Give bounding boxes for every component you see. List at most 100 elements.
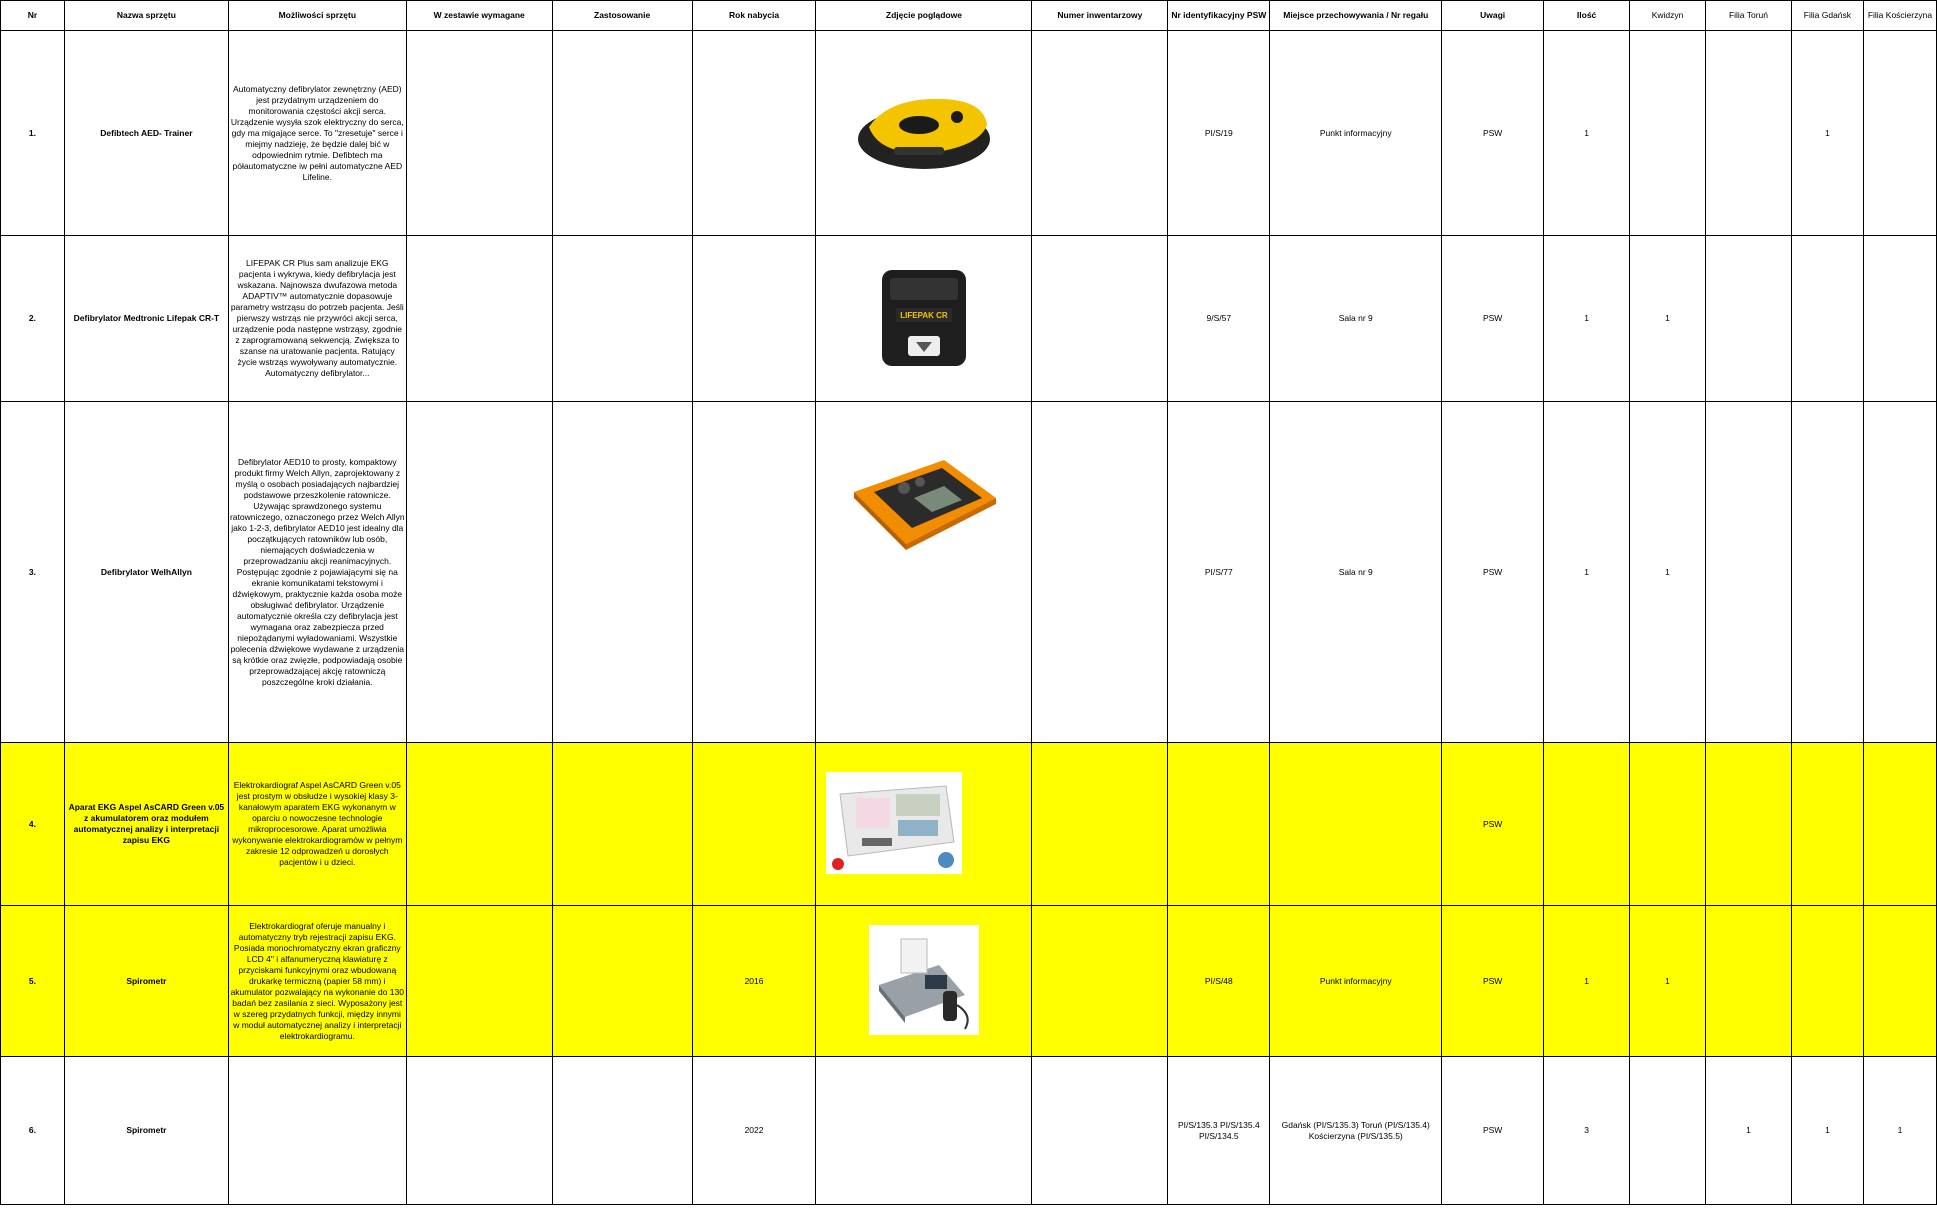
cell-kwidzyn[interactable] [1629, 30, 1707, 236]
cell-torun[interactable] [1705, 905, 1792, 1057]
header-torun[interactable]: Filia Toruń [1705, 0, 1792, 31]
cell-storage[interactable]: Punkt informacyjny [1269, 905, 1443, 1057]
cell-inventory-number[interactable] [1031, 401, 1169, 743]
cell-inventory-number[interactable] [1031, 235, 1169, 402]
cell-usage[interactable] [551, 30, 693, 236]
header-psw-id[interactable]: Nr identyfikacyjny PSW [1167, 0, 1271, 31]
cell-year[interactable]: 2016 [691, 905, 817, 1057]
cell-psw-id[interactable]: PI/S/48 [1167, 905, 1271, 1057]
cell-year[interactable]: 2022 [691, 1056, 817, 1205]
cell-storage[interactable] [1269, 742, 1443, 906]
cell-capabilities[interactable]: LIFEPAK CR Plus sam analizuje EKG pacjen… [227, 235, 407, 402]
header-name[interactable]: Nazwa sprzętu [63, 0, 229, 31]
header-capabilities[interactable]: Możliwości sprzętu [227, 0, 407, 31]
header-required-set[interactable]: W zestawie wymagane [405, 0, 553, 31]
header-photo[interactable]: Zdjęcie poglądowe [815, 0, 1033, 31]
cell-inventory-number[interactable] [1031, 742, 1169, 906]
cell-inventory-number[interactable] [1031, 905, 1169, 1057]
cell-kwidzyn[interactable]: 1 [1629, 905, 1707, 1057]
cell-capabilities[interactable] [227, 1056, 407, 1205]
cell-psw-id[interactable]: 9/S/57 [1167, 235, 1271, 402]
header-qty[interactable]: Ilość [1543, 0, 1631, 31]
cell-gdansk[interactable] [1790, 235, 1864, 402]
cell-notes[interactable]: PSW [1441, 905, 1545, 1057]
cell-nr[interactable]: 2. [0, 235, 65, 402]
cell-usage[interactable] [551, 235, 693, 402]
cell-capabilities[interactable]: Elektrokardiograf oferuje manualny i aut… [227, 905, 407, 1057]
cell-year[interactable] [691, 30, 817, 236]
cell-notes[interactable]: PSW [1441, 401, 1545, 743]
cell-qty[interactable]: 1 [1543, 401, 1631, 743]
cell-torun[interactable] [1705, 401, 1792, 743]
cell-gdansk[interactable] [1790, 905, 1864, 1057]
cell-name[interactable]: Defibrylator WelhAllyn [63, 401, 229, 743]
cell-usage[interactable] [551, 742, 693, 906]
cell-required-set[interactable] [405, 1056, 553, 1205]
cell-name[interactable]: Defibtech AED- Trainer [63, 30, 229, 236]
header-gdansk[interactable]: Filia Gdańsk [1790, 0, 1864, 31]
cell-name[interactable]: Aparat EKG Aspel AsCARD Green v.05 z aku… [63, 742, 229, 906]
cell-photo[interactable]: LIFEPAK CR [815, 235, 1033, 402]
cell-qty[interactable]: 1 [1543, 30, 1631, 236]
header-storage[interactable]: Miejsce przechowywania / Nr regału [1269, 0, 1443, 31]
cell-qty[interactable]: 3 [1543, 1056, 1631, 1205]
cell-psw-id[interactable]: PI/S/19 [1167, 30, 1271, 236]
cell-name[interactable]: Spirometr [63, 1056, 229, 1205]
cell-notes[interactable]: PSW [1441, 1056, 1545, 1205]
cell-gdansk[interactable] [1790, 742, 1864, 906]
cell-kwidzyn[interactable] [1629, 1056, 1707, 1205]
cell-nr[interactable]: 6. [0, 1056, 65, 1205]
cell-psw-id[interactable]: PI/S/77 [1167, 401, 1271, 743]
cell-torun[interactable] [1705, 235, 1792, 402]
cell-usage[interactable] [551, 1056, 693, 1205]
cell-storage[interactable]: Sala nr 9 [1269, 401, 1443, 743]
header-year[interactable]: Rok nabycia [691, 0, 817, 31]
cell-inventory-number[interactable] [1031, 30, 1169, 236]
cell-photo[interactable] [815, 401, 1033, 743]
cell-torun[interactable] [1705, 742, 1792, 906]
cell-notes[interactable]: PSW [1441, 30, 1545, 236]
cell-photo[interactable] [815, 30, 1033, 236]
cell-koscierzyna[interactable] [1862, 235, 1937, 402]
cell-kwidzyn[interactable]: 1 [1629, 235, 1707, 402]
header-nr[interactable]: Nr [0, 0, 65, 31]
cell-koscierzyna[interactable] [1862, 905, 1937, 1057]
cell-nr[interactable]: 5. [0, 905, 65, 1057]
cell-storage[interactable]: Gdańsk (PI/S/135.3) Toruń (PI/S/135.4) K… [1269, 1056, 1443, 1205]
cell-capabilities[interactable]: Automatyczny defibrylator zewnętrzny (AE… [227, 30, 407, 236]
cell-usage[interactable] [551, 401, 693, 743]
header-inventory-number[interactable]: Numer inwentarzowy [1031, 0, 1169, 31]
cell-gdansk[interactable]: 1 [1790, 1056, 1864, 1205]
cell-usage[interactable] [551, 905, 693, 1057]
cell-year[interactable] [691, 235, 817, 402]
cell-photo[interactable] [815, 1056, 1033, 1205]
cell-psw-id[interactable] [1167, 742, 1271, 906]
header-usage[interactable]: Zastosowanie [551, 0, 693, 31]
cell-psw-id[interactable]: PI/S/135.3 PI/S/135.4 PI/S/134.5 [1167, 1056, 1271, 1205]
cell-qty[interactable] [1543, 742, 1631, 906]
cell-inventory-number[interactable] [1031, 1056, 1169, 1205]
cell-photo[interactable] [815, 742, 1033, 906]
cell-nr[interactable]: 4. [0, 742, 65, 906]
cell-required-set[interactable] [405, 235, 553, 402]
cell-required-set[interactable] [405, 30, 553, 236]
header-notes[interactable]: Uwagi [1441, 0, 1545, 31]
cell-kwidzyn[interactable] [1629, 742, 1707, 906]
cell-koscierzyna[interactable]: 1 [1862, 1056, 1937, 1205]
cell-required-set[interactable] [405, 401, 553, 743]
cell-qty[interactable]: 1 [1543, 235, 1631, 402]
cell-qty[interactable]: 1 [1543, 905, 1631, 1057]
cell-torun[interactable]: 1 [1705, 1056, 1792, 1205]
header-kwidzyn[interactable]: Kwidzyn [1629, 0, 1707, 31]
cell-photo[interactable] [815, 905, 1033, 1057]
cell-kwidzyn[interactable]: 1 [1629, 401, 1707, 743]
cell-gdansk[interactable]: 1 [1790, 30, 1864, 236]
cell-koscierzyna[interactable] [1862, 30, 1937, 236]
cell-notes[interactable]: PSW [1441, 235, 1545, 402]
cell-required-set[interactable] [405, 905, 553, 1057]
cell-capabilities[interactable]: Elektrokardiograf Aspel AsCARD Green v.0… [227, 742, 407, 906]
cell-koscierzyna[interactable] [1862, 742, 1937, 906]
cell-required-set[interactable] [405, 742, 553, 906]
cell-year[interactable] [691, 401, 817, 743]
cell-capabilities[interactable]: Defibrylator AED10 to prosty, kompaktowy… [227, 401, 407, 743]
